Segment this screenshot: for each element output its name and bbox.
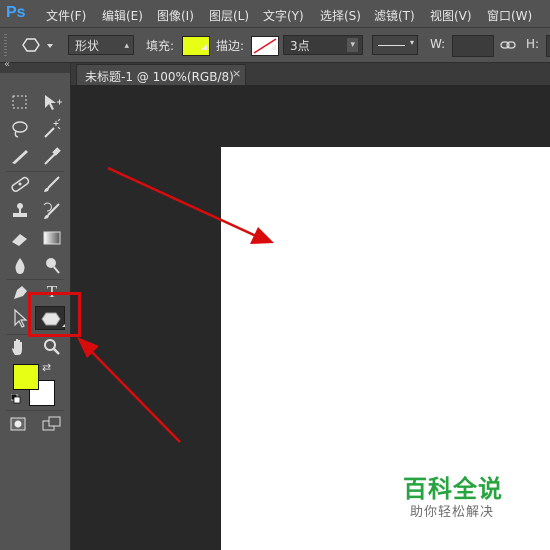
quick-mask-icon bbox=[10, 417, 26, 431]
fill-dropdown-icon[interactable]: ◢ bbox=[201, 42, 207, 51]
eraser-tool[interactable] bbox=[8, 227, 32, 249]
menu-select[interactable]: 选择(S) bbox=[320, 7, 361, 24]
document-tab-bar: 未标题-1 @ 100%(RGB/8) × bbox=[71, 63, 550, 85]
foreground-color-swatch[interactable] bbox=[13, 364, 39, 390]
move-tool[interactable] bbox=[40, 91, 64, 113]
magic-wand-icon bbox=[44, 118, 61, 138]
screen-mode-tool[interactable] bbox=[40, 413, 64, 435]
options-bar: 形状 ▴ 填充: ◢ 描边: ◢ 3点 ▾ ▾ W: H: bbox=[0, 28, 550, 63]
bandage-icon bbox=[11, 176, 30, 193]
menu-type[interactable]: 文字(Y) bbox=[263, 7, 304, 24]
quick-mask-tool[interactable] bbox=[6, 413, 30, 435]
tool-preset-picker[interactable] bbox=[18, 34, 56, 56]
watermark-subtitle: 助你轻松解决 bbox=[410, 505, 495, 520]
hand-icon bbox=[12, 339, 22, 355]
lasso-icon bbox=[12, 121, 28, 138]
fill-label: 填充: bbox=[146, 39, 175, 53]
stroke-dropdown-icon[interactable]: ◢ bbox=[270, 42, 276, 51]
menu-edit[interactable]: 编辑(E) bbox=[102, 7, 143, 24]
dodge-icon bbox=[46, 258, 60, 274]
menu-layer[interactable]: 图层(L) bbox=[209, 7, 249, 24]
menu-file[interactable]: 文件(F) bbox=[46, 7, 86, 24]
stroke-width-field[interactable]: 3点 ▾ bbox=[283, 35, 363, 55]
link-icon[interactable] bbox=[500, 38, 516, 52]
close-icon[interactable]: × bbox=[232, 67, 241, 80]
rect-marquee-icon bbox=[12, 95, 27, 109]
shape-mode-select[interactable]: 形状 ▴ bbox=[68, 35, 134, 55]
hexagon-icon bbox=[22, 38, 53, 52]
blur-tool[interactable] bbox=[8, 254, 32, 276]
document-tab[interactable]: 未标题-1 @ 100%(RGB/8) × bbox=[76, 64, 246, 85]
magnifier-icon bbox=[44, 339, 60, 355]
tools-panel-header: « bbox=[0, 59, 70, 73]
history-brush-icon bbox=[43, 202, 60, 219]
tools-separator bbox=[6, 410, 64, 411]
crop-tool[interactable] bbox=[8, 145, 32, 167]
zoom-tool[interactable] bbox=[40, 336, 64, 358]
menu-image[interactable]: 图像(I) bbox=[157, 7, 194, 24]
updown-arrows-icon: ▴ bbox=[124, 41, 129, 51]
stroke-width-value: 3点 bbox=[290, 39, 310, 53]
stamp-icon bbox=[13, 203, 27, 217]
collapse-arrows-icon[interactable]: « bbox=[4, 59, 10, 70]
eyedropper-icon bbox=[44, 147, 61, 165]
lasso-tool[interactable] bbox=[8, 118, 32, 140]
menu-bar: Ps 文件(F) 编辑(E) 图像(I) 图层(L) 文字(Y) 选择(S) 滤… bbox=[0, 0, 550, 28]
dodge-tool[interactable] bbox=[40, 254, 64, 276]
tools-separator bbox=[6, 279, 64, 280]
chevron-down-icon: ▾ bbox=[409, 38, 414, 47]
magic-wand-tool[interactable] bbox=[40, 118, 64, 140]
brush-tool[interactable] bbox=[40, 173, 64, 195]
clone-stamp-tool[interactable] bbox=[8, 200, 32, 222]
stroke-solid-line bbox=[378, 45, 405, 46]
screen-mode-icon bbox=[42, 416, 61, 431]
gradient-icon bbox=[43, 231, 61, 245]
options-grip bbox=[4, 34, 7, 56]
spot-healing-tool[interactable] bbox=[8, 173, 32, 195]
eyedropper-tool[interactable] bbox=[40, 145, 64, 167]
marquee-tool[interactable] bbox=[8, 91, 32, 113]
eraser-icon bbox=[12, 234, 27, 246]
brush-icon bbox=[44, 176, 60, 192]
height-label: H: bbox=[526, 37, 540, 51]
document-tab-title: 未标题-1 @ 100%(RGB/8) bbox=[85, 70, 234, 84]
stroke-label: 描边: bbox=[216, 39, 245, 53]
width-label: W: bbox=[430, 37, 446, 51]
chevron-down-icon[interactable]: ▾ bbox=[347, 38, 358, 52]
height-input[interactable] bbox=[546, 35, 550, 57]
move-icon bbox=[45, 95, 62, 110]
shape-mode-value: 形状 bbox=[75, 39, 100, 53]
menu-window[interactable]: 窗口(W) bbox=[487, 7, 532, 24]
hand-tool[interactable] bbox=[8, 336, 32, 358]
annotation-highlight-box bbox=[28, 292, 81, 337]
width-input[interactable] bbox=[452, 35, 494, 57]
swap-colors-icon[interactable]: ⇄ bbox=[42, 361, 51, 374]
history-brush-tool[interactable] bbox=[40, 200, 64, 222]
slice-knife-icon bbox=[12, 150, 28, 164]
photoshop-logo: Ps bbox=[6, 4, 26, 21]
water-drop-icon bbox=[15, 258, 25, 274]
menu-view[interactable]: 视图(V) bbox=[430, 7, 472, 24]
stroke-type-picker[interactable]: ▾ bbox=[372, 35, 418, 55]
tools-separator bbox=[6, 171, 64, 172]
gradient-tool[interactable] bbox=[40, 227, 64, 249]
menu-filter[interactable]: 滤镜(T) bbox=[374, 7, 415, 24]
watermark-title: 百科全说 bbox=[403, 475, 503, 503]
default-colors-icon[interactable] bbox=[11, 394, 21, 404]
